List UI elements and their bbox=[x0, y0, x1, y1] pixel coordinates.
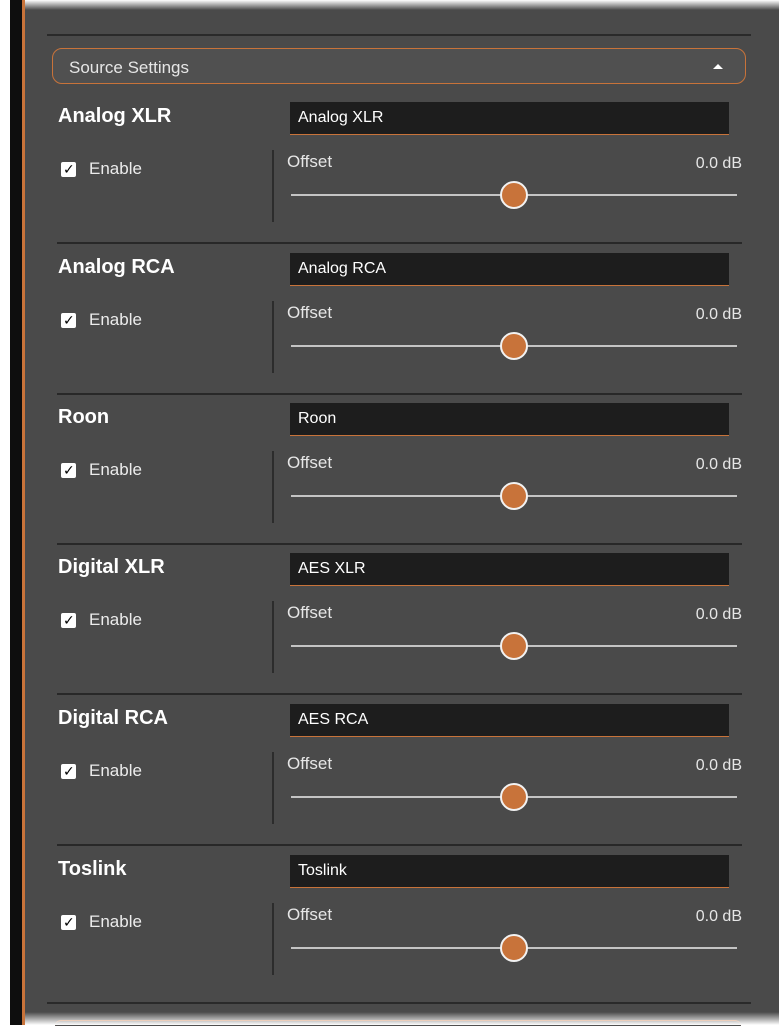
source-title: Digital XLR bbox=[58, 556, 165, 578]
source-title: Analog RCA bbox=[58, 256, 175, 278]
source-name-input[interactable] bbox=[290, 704, 729, 737]
offset-value: 0.0 dB bbox=[695, 155, 742, 172]
offset-slider[interactable] bbox=[291, 632, 737, 660]
source-name-input[interactable] bbox=[290, 403, 729, 436]
bottom-divider bbox=[47, 1002, 751, 1004]
slider-thumb[interactable] bbox=[500, 482, 528, 510]
bottom-fade bbox=[25, 1012, 779, 1025]
top-fade bbox=[25, 0, 779, 10]
column-separator bbox=[272, 903, 274, 975]
enable-checkbox[interactable]: ✓ bbox=[61, 312, 76, 328]
offset-slider[interactable] bbox=[291, 332, 737, 360]
offset-value: 0.0 dB bbox=[695, 908, 742, 925]
enable-checkbox[interactable]: ✓ bbox=[61, 462, 76, 478]
offset-value: 0.0 dB bbox=[695, 757, 742, 774]
offset-label: Offset bbox=[287, 453, 333, 472]
header-title: Source Settings bbox=[69, 58, 190, 77]
offset-slider[interactable] bbox=[291, 783, 737, 811]
source-settings-header[interactable]: Source Settings bbox=[52, 48, 746, 84]
source-name-input[interactable] bbox=[290, 553, 729, 586]
source-section: Digital XLR ✓ Enable Offset 0.0 dB bbox=[57, 544, 742, 695]
source-section: Analog RCA ✓ Enable Offset 0.0 dB bbox=[57, 244, 742, 395]
slider-thumb[interactable] bbox=[500, 632, 528, 660]
source-name-input[interactable] bbox=[290, 855, 729, 888]
checkmark-icon: ✓ bbox=[63, 312, 75, 328]
enable-checkbox[interactable]: ✓ bbox=[61, 914, 76, 930]
checkmark-icon: ✓ bbox=[63, 161, 75, 177]
enable-checkbox[interactable]: ✓ bbox=[61, 161, 76, 177]
slider-thumb[interactable] bbox=[500, 181, 528, 209]
offset-value: 0.0 dB bbox=[695, 456, 742, 473]
column-separator bbox=[272, 451, 274, 523]
slider-thumb[interactable] bbox=[500, 934, 528, 962]
source-title: Digital RCA bbox=[58, 707, 168, 729]
enable-label: Enable bbox=[89, 310, 142, 329]
enable-checkbox[interactable]: ✓ bbox=[61, 763, 76, 779]
source-title: Analog XLR bbox=[58, 105, 172, 127]
source-section: Roon ✓ Enable Offset 0.0 dB bbox=[57, 394, 742, 545]
enable-label: Enable bbox=[89, 460, 142, 479]
checkmark-icon: ✓ bbox=[63, 612, 75, 628]
offset-label: Offset bbox=[287, 303, 333, 322]
offset-slider[interactable] bbox=[291, 181, 737, 209]
checkmark-icon: ✓ bbox=[63, 462, 75, 478]
offset-label: Offset bbox=[287, 603, 333, 622]
enable-label: Enable bbox=[89, 159, 142, 178]
enable-label: Enable bbox=[89, 912, 142, 931]
source-section: Toslink ✓ Enable Offset 0.0 dB bbox=[57, 846, 742, 997]
slider-thumb[interactable] bbox=[500, 332, 528, 360]
enable-label: Enable bbox=[89, 610, 142, 629]
source-name-input[interactable] bbox=[290, 102, 729, 135]
offset-value: 0.0 dB bbox=[695, 606, 742, 623]
source-section: Analog XLR ✓ Enable Offset 0.0 dB bbox=[57, 93, 742, 244]
offset-label: Offset bbox=[287, 754, 333, 773]
caret-up-icon[interactable] bbox=[713, 64, 723, 69]
enable-label: Enable bbox=[89, 761, 142, 780]
source-section: Digital RCA ✓ Enable Offset 0.0 dB bbox=[57, 695, 742, 846]
window-edge bbox=[0, 0, 10, 1025]
source-title: Toslink bbox=[58, 858, 127, 880]
offset-slider[interactable] bbox=[291, 482, 737, 510]
offset-value: 0.0 dB bbox=[695, 306, 742, 323]
slider-thumb[interactable] bbox=[500, 783, 528, 811]
offset-label: Offset bbox=[287, 905, 333, 924]
checkmark-icon: ✓ bbox=[63, 763, 75, 779]
source-title: Roon bbox=[58, 406, 110, 428]
offset-label: Offset bbox=[287, 152, 333, 171]
enable-checkbox[interactable]: ✓ bbox=[61, 612, 76, 628]
source-name-input[interactable] bbox=[290, 253, 729, 286]
offset-slider[interactable] bbox=[291, 934, 737, 962]
column-separator bbox=[272, 752, 274, 824]
top-divider bbox=[47, 34, 751, 36]
checkmark-icon: ✓ bbox=[63, 914, 75, 930]
sidebar-strip bbox=[10, 0, 22, 1025]
column-separator bbox=[272, 301, 274, 373]
column-separator bbox=[272, 150, 274, 222]
column-separator bbox=[272, 601, 274, 673]
